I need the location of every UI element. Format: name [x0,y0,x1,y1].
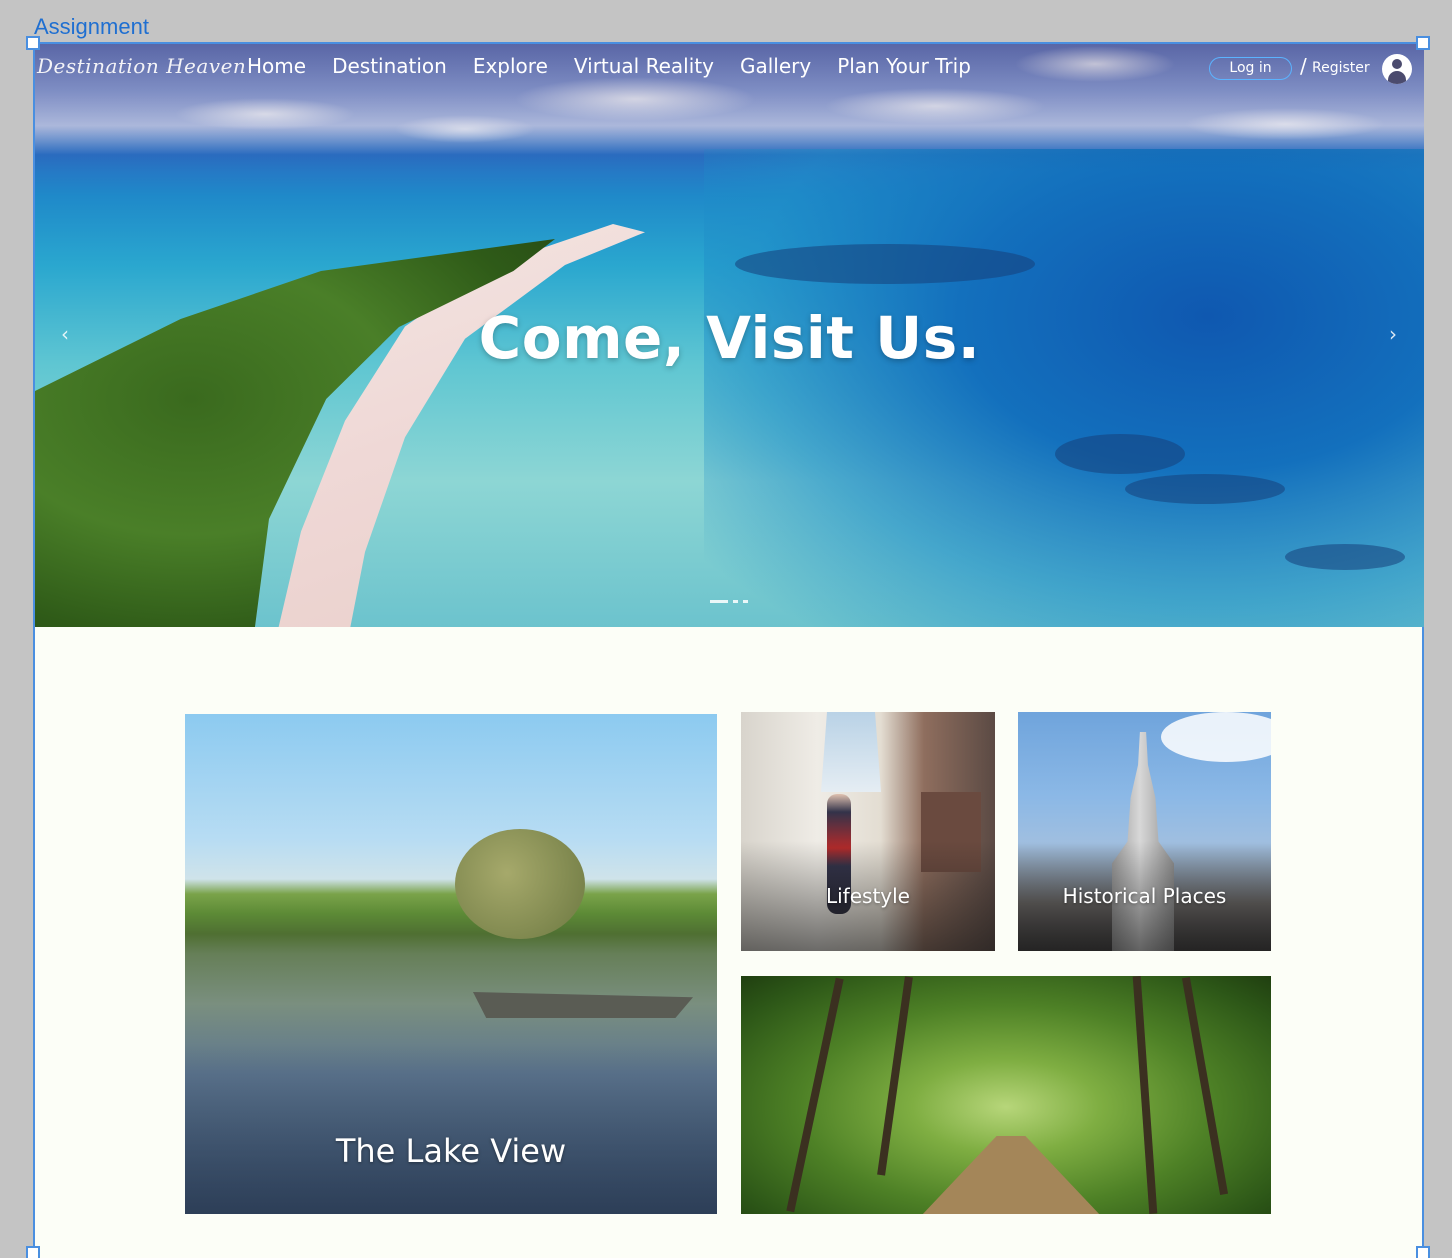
nav-link-plan-your-trip[interactable]: Plan Your Trip [837,54,971,78]
page-frame: Destination Heaven Home Destination Expl… [33,42,1424,1258]
card-label-lake-view: The Lake View [335,1132,567,1170]
tree-trunk-image [877,976,913,1176]
carousel-indicator-2[interactable] [733,600,738,603]
carousel-next-icon[interactable]: › [1389,322,1397,346]
hero-title: Come, Visit Us. [478,304,981,372]
lake-tree-image [455,829,585,939]
carousel-indicators [710,600,753,603]
carousel-indicator-1[interactable] [710,600,728,603]
login-button[interactable]: Log in [1209,57,1292,80]
tree-trunk-image [1132,976,1158,1214]
artboard-label[interactable]: Assignment [34,14,149,40]
top-navbar: Destination Heaven Home Destination Expl… [35,44,1424,94]
nav-link-explore[interactable]: Explore [473,54,548,78]
register-link[interactable]: Register [1312,60,1370,76]
nav-link-virtual-reality[interactable]: Virtual Reality [574,54,714,78]
selection-handle[interactable] [1416,1246,1430,1258]
nav-link-gallery[interactable]: Gallery [740,54,811,78]
card-forest-path[interactable] [741,976,1271,1214]
carousel-indicator-3[interactable] [743,600,748,603]
user-avatar-icon[interactable] [1382,54,1412,84]
sky-cloud-image [1161,712,1271,762]
forest-path-image [921,1136,1101,1214]
card-label-historical-places: Historical Places [1062,884,1227,908]
card-historical-places[interactable]: Historical Places [1018,712,1271,951]
tree-trunk-image [1181,976,1229,1196]
card-lifestyle[interactable]: Lifestyle [741,712,995,951]
tree-trunk-image [786,977,844,1213]
nav-link-destination[interactable]: Destination [332,54,447,78]
nav-link-home[interactable]: Home [247,54,306,78]
auth-separator: / [1300,54,1307,78]
lake-boat-image [473,992,693,1018]
selection-handle[interactable] [26,1246,40,1258]
card-label-lifestyle: Lifestyle [825,884,910,908]
selection-handle[interactable] [1416,36,1430,50]
site-logo[interactable]: Destination Heaven [37,54,246,78]
selection-handle[interactable] [26,36,40,50]
hero-carousel: Destination Heaven Home Destination Expl… [35,44,1424,627]
museum-skylight-image [821,712,881,792]
card-lake-view[interactable]: The Lake View [185,714,717,1214]
card-gradient [185,1044,717,1214]
nav-links: Home Destination Explore Virtual Reality… [247,54,997,78]
